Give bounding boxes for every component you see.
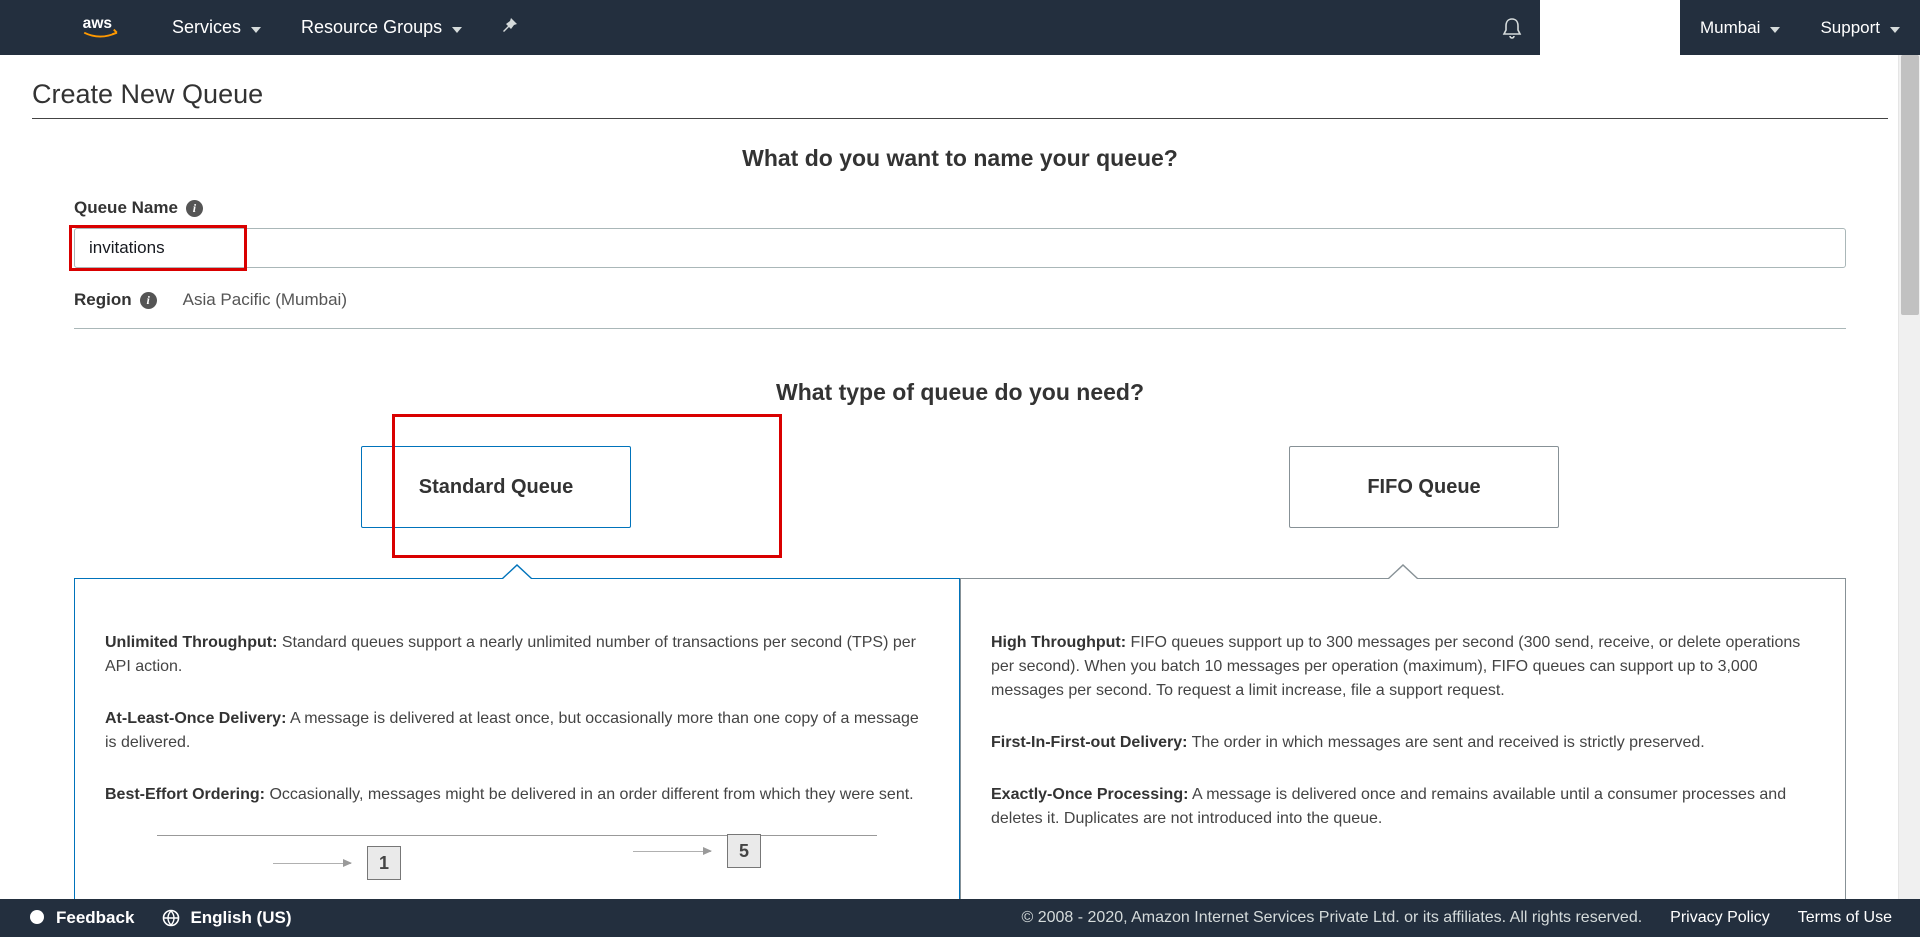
caret-down-icon [1770, 18, 1780, 38]
standard-diagram: 1 5 [157, 835, 877, 880]
language-label: English (US) [190, 908, 291, 928]
type-heading: What type of queue do you need? [32, 379, 1888, 406]
fifo-p3: Exactly-Once Processing: A message is de… [991, 783, 1815, 831]
diagram-cell: 5 [633, 822, 761, 880]
nav-support[interactable]: Support [1800, 0, 1920, 55]
speech-bubble-icon [28, 909, 46, 927]
standard-p2: At-Least-Once Delivery: A message is del… [105, 707, 929, 755]
nav-resource-groups-label: Resource Groups [301, 17, 442, 38]
standard-queue-detail: Unlimited Throughput: Standard queues su… [74, 578, 960, 899]
region-row: Region i Asia Pacific (Mumbai) [74, 290, 1846, 310]
info-icon[interactable]: i [186, 200, 203, 217]
region-value: Asia Pacific (Mumbai) [183, 290, 347, 310]
fifo-p2: First-In-First-out Delivery: The order i… [991, 731, 1815, 755]
main-content: Create New Queue What do you want to nam… [0, 55, 1920, 899]
region-label: Region [74, 290, 132, 310]
scrollbar-thumb[interactable] [1901, 55, 1919, 315]
nav-region-label: Mumbai [1700, 18, 1760, 38]
diagram-box: 5 [727, 834, 761, 868]
fifo-p1: High Throughput: FIFO queues support up … [991, 631, 1815, 703]
pin-icon[interactable] [482, 17, 538, 38]
nav-services-label: Services [172, 17, 241, 38]
caret-down-icon [1890, 18, 1900, 38]
standard-queue-option[interactable]: Standard Queue [361, 446, 631, 528]
divider [74, 328, 1846, 329]
footer: Feedback English (US) © 2008 - 2020, Ama… [0, 899, 1920, 937]
aws-logo[interactable]: aws [0, 14, 152, 42]
queue-type-details: Unlimited Throughput: Standard queues su… [74, 578, 1846, 899]
queue-name-input[interactable] [74, 228, 1846, 268]
queue-name-field: Queue Name i [74, 198, 1846, 268]
standard-p3: Best-Effort Ordering: Occasionally, mess… [105, 783, 929, 807]
diagram-box: 1 [367, 846, 401, 880]
queue-name-label-text: Queue Name [74, 198, 178, 218]
scrollbar-track[interactable] [1898, 55, 1920, 899]
arrow-right-icon [273, 863, 351, 864]
standard-p1: Unlimited Throughput: Standard queues su… [105, 631, 929, 679]
globe-icon [162, 909, 180, 927]
top-nav: aws Services Resource Groups Mumbai Supp… [0, 0, 1920, 55]
language-selector[interactable]: English (US) [162, 908, 291, 928]
page-title: Create New Queue [32, 55, 1888, 119]
fifo-queue-detail: High Throughput: FIFO queues support up … [960, 578, 1846, 899]
queue-type-row: Standard Queue FIFO Queue [32, 446, 1888, 528]
nav-resource-groups[interactable]: Resource Groups [281, 0, 482, 55]
fifo-queue-option[interactable]: FIFO Queue [1289, 446, 1559, 528]
name-heading: What do you want to name your queue? [32, 145, 1888, 172]
feedback-label: Feedback [56, 908, 134, 928]
fifo-queue-label: FIFO Queue [1367, 476, 1480, 499]
caret-down-icon [452, 17, 462, 38]
account-menu[interactable] [1540, 0, 1680, 55]
nav-right: Mumbai Support [1484, 0, 1920, 55]
arrow-up-icon [1387, 564, 1419, 579]
privacy-link[interactable]: Privacy Policy [1670, 909, 1770, 927]
notifications-icon[interactable] [1484, 0, 1540, 55]
diagram-cell: 1 [273, 846, 401, 880]
terms-link[interactable]: Terms of Use [1798, 909, 1892, 927]
queue-name-label: Queue Name i [74, 198, 203, 218]
nav-region[interactable]: Mumbai [1680, 0, 1800, 55]
svg-text:aws: aws [83, 15, 113, 32]
copyright-text: © 2008 - 2020, Amazon Internet Services … [1021, 909, 1642, 927]
nav-support-label: Support [1820, 18, 1880, 38]
standard-queue-label: Standard Queue [419, 476, 573, 499]
feedback-link[interactable]: Feedback [28, 908, 134, 928]
info-icon[interactable]: i [140, 292, 157, 309]
arrow-right-icon [633, 851, 711, 852]
arrow-up-icon [501, 564, 533, 579]
nav-services[interactable]: Services [152, 0, 281, 55]
caret-down-icon [251, 17, 261, 38]
